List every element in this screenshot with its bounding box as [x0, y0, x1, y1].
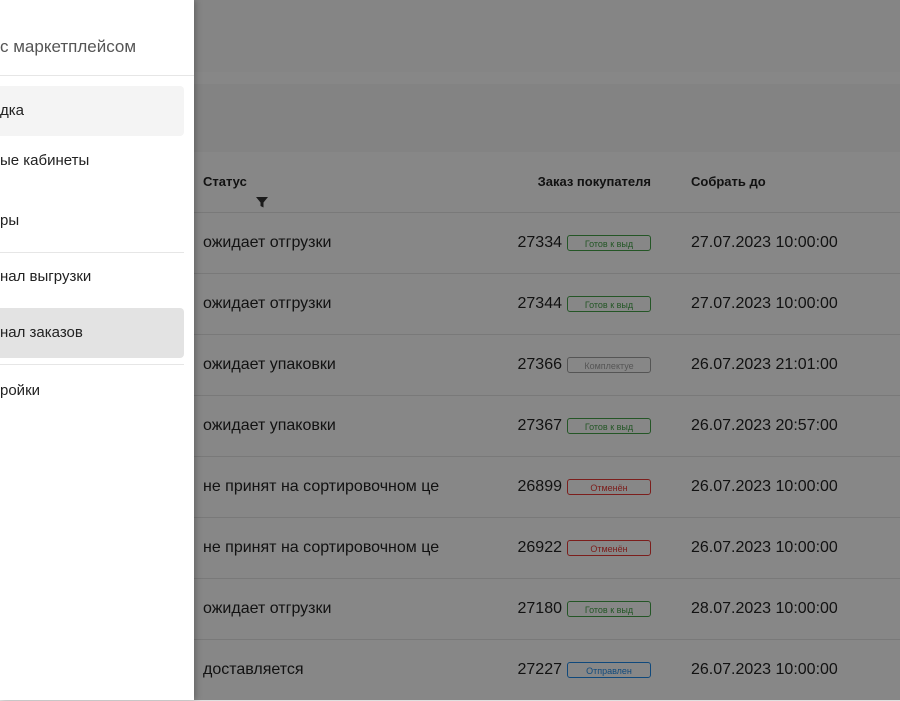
menu-item-label: нал заказов [0, 324, 83, 341]
navigation-drawer: с маркетплейсом дка ые кабинеты ры нал выгр… [0, 0, 194, 700]
menu-item-label: ройки [0, 382, 41, 399]
menu-item-dashboard[interactable]: дка [0, 86, 184, 136]
menu-item-export-log[interactable]: нал выгрузки [0, 252, 184, 302]
menu-item-cabinets[interactable]: ые кабинеты [0, 136, 184, 186]
menu-item-label: ры [0, 212, 20, 229]
menu-item-orders-log[interactable]: нал заказов [0, 308, 184, 358]
menu-item-label: нал выгрузки [0, 268, 92, 285]
menu-divider [0, 252, 184, 253]
drawer-header: с маркетплейсом [0, 0, 194, 76]
drawer-title: с маркетплейсом [0, 37, 137, 56]
menu-item-products[interactable]: ры [0, 196, 184, 246]
menu-item-settings[interactable]: ройки [0, 366, 184, 416]
menu-item-label: ые кабинеты [0, 152, 90, 169]
menu-divider [0, 364, 184, 365]
menu-item-label: дка [0, 102, 24, 119]
